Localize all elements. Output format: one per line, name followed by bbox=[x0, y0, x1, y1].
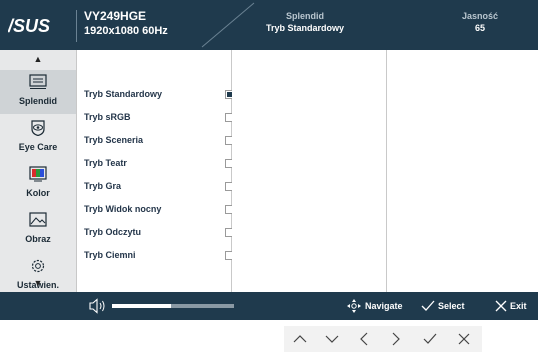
mode-value: Tryb Standardowy bbox=[265, 23, 345, 33]
osd-menu: /SUS VY249HGE 1920x1080 60Hz Splendid Tr… bbox=[0, 0, 538, 320]
submenu-panel-empty bbox=[232, 50, 387, 292]
close-icon[interactable] bbox=[456, 331, 472, 347]
color-icon bbox=[29, 166, 47, 182]
footer-bar: Navigate Select Exit bbox=[0, 292, 538, 320]
sidebar-item-label: Kolor bbox=[26, 188, 50, 198]
svg-text:/SUS: /SUS bbox=[8, 16, 50, 36]
resolution-info: 1920x1080 60Hz bbox=[84, 25, 168, 37]
chevron-down-icon[interactable] bbox=[324, 331, 340, 347]
splendid-icon bbox=[29, 74, 47, 89]
option-ciemni[interactable]: Tryb Ciemni bbox=[84, 249, 234, 269]
header-bar: /SUS VY249HGE 1920x1080 60Hz Splendid Tr… bbox=[0, 0, 538, 50]
header-slant-divider bbox=[201, 2, 255, 48]
control-buttons-row bbox=[284, 326, 482, 352]
sidebar-item-label: Splendid bbox=[19, 96, 57, 106]
sidebar-item-kolor[interactable]: Kolor bbox=[0, 162, 76, 206]
chevron-up-icon[interactable] bbox=[292, 331, 308, 347]
option-widok-nocny[interactable]: Tryb Widok nocny bbox=[84, 203, 234, 223]
volume-icon bbox=[89, 298, 105, 314]
select-check-icon[interactable] bbox=[420, 298, 436, 314]
sidebar-item-eye-care[interactable]: Eye Care bbox=[0, 116, 76, 160]
header-divider bbox=[76, 10, 77, 42]
sidebar: ▲ Splendid Eye Care Kolor Obraz Ustawien… bbox=[0, 50, 77, 292]
sidebar-item-splendid[interactable]: Splendid bbox=[0, 70, 76, 114]
option-teatr[interactable]: Tryb Teatr bbox=[84, 157, 234, 177]
mode-options-panel: Tryb Standardowy Tryb sRGB Tryb Sceneria… bbox=[77, 50, 234, 292]
option-label: Tryb Widok nocny bbox=[84, 204, 162, 214]
option-standardowy[interactable]: Tryb Standardowy bbox=[84, 88, 234, 108]
sidebar-item-label: Obraz bbox=[25, 234, 51, 244]
option-label: Tryb sRGB bbox=[84, 112, 131, 122]
select-label[interactable]: Select bbox=[438, 301, 465, 311]
model-name: VY249HGE bbox=[84, 9, 147, 23]
asus-logo: /SUS bbox=[8, 16, 50, 36]
brightness-label: Jasność bbox=[461, 11, 499, 21]
image-icon bbox=[29, 212, 47, 227]
option-sceneria[interactable]: Tryb Sceneria bbox=[84, 134, 234, 154]
option-gra[interactable]: Tryb Gra bbox=[84, 180, 234, 200]
value-panel-empty bbox=[387, 50, 538, 292]
option-srgb[interactable]: Tryb sRGB bbox=[84, 111, 234, 131]
chevron-right-icon[interactable] bbox=[388, 331, 404, 347]
sidebar-item-label: Eye Care bbox=[18, 142, 58, 152]
option-label: Tryb Ciemni bbox=[84, 250, 136, 260]
volume-bar[interactable] bbox=[112, 304, 234, 308]
option-label: Tryb Gra bbox=[84, 181, 122, 191]
navigate-label: Navigate bbox=[365, 301, 403, 311]
settings-icon bbox=[31, 259, 45, 273]
volume-fill bbox=[112, 304, 171, 308]
chevron-left-icon[interactable] bbox=[356, 331, 372, 347]
brightness-status: Jasność 65 bbox=[440, 10, 520, 34]
navigate-icon bbox=[347, 299, 361, 313]
option-label: Tryb Sceneria bbox=[84, 135, 144, 145]
scroll-up-icon[interactable]: ▲ bbox=[0, 54, 76, 64]
sidebar-item-obraz[interactable]: Obraz bbox=[0, 208, 76, 252]
exit-x-icon[interactable] bbox=[493, 298, 509, 314]
option-label: Tryb Standardowy bbox=[84, 89, 163, 99]
current-mode-status: Splendid Tryb Standardowy bbox=[250, 10, 360, 34]
option-odczytu[interactable]: Tryb Odczytu bbox=[84, 226, 234, 246]
scroll-down-icon[interactable]: ▼ bbox=[0, 278, 76, 288]
check-icon[interactable] bbox=[422, 331, 438, 347]
option-label: Tryb Odczytu bbox=[84, 227, 142, 237]
option-label: Tryb Teatr bbox=[84, 158, 127, 168]
mode-label: Splendid bbox=[286, 11, 324, 21]
eye-icon bbox=[31, 120, 45, 136]
brightness-value: 65 bbox=[474, 23, 485, 33]
exit-label[interactable]: Exit bbox=[510, 301, 527, 311]
